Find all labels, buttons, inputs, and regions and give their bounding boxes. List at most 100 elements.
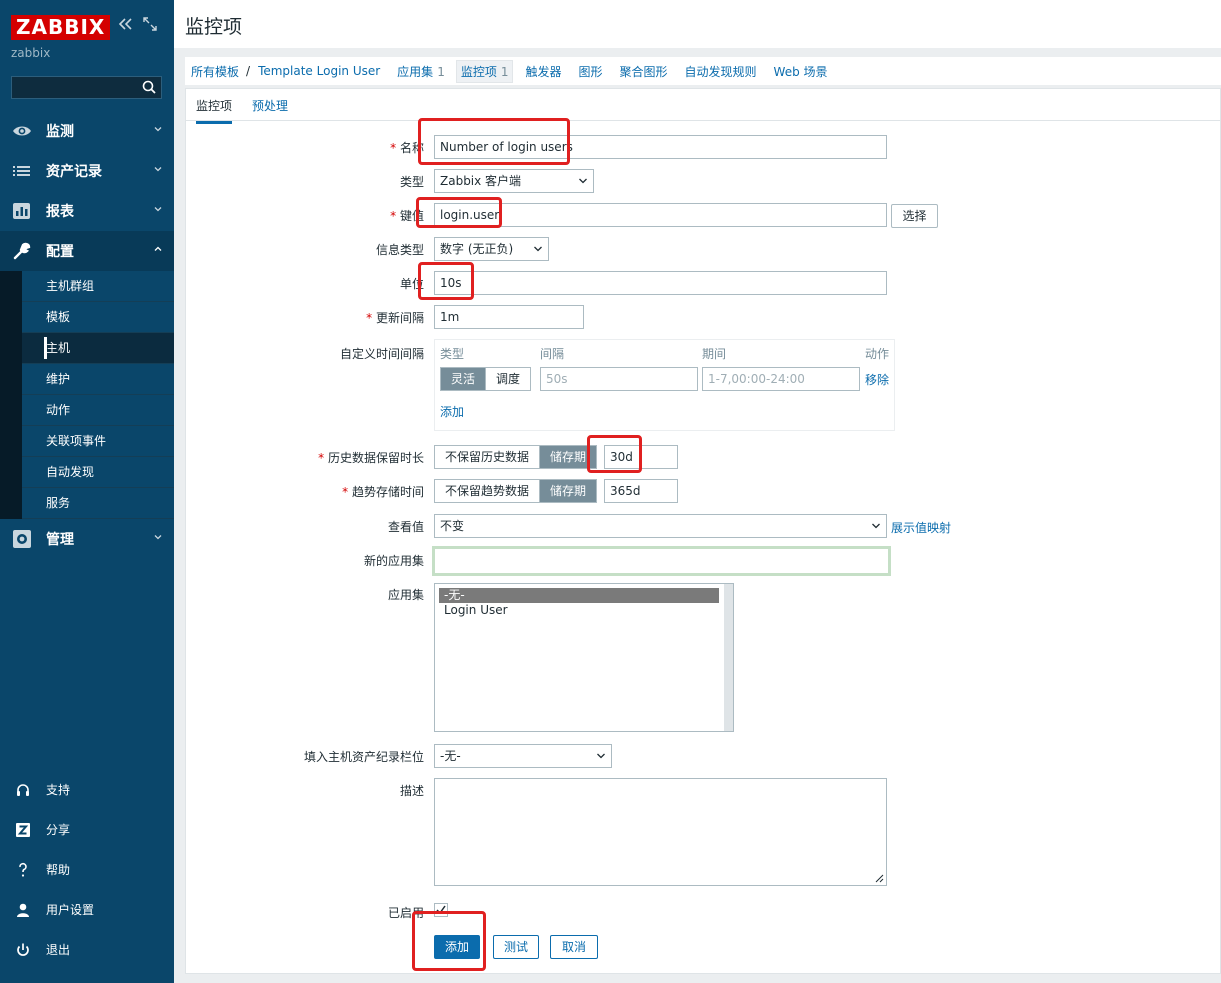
- chevron-down-icon: [872, 523, 880, 529]
- chevron-down-icon: [154, 535, 162, 540]
- history-mode-toggle[interactable]: 不保留历史数据 储存期: [434, 445, 598, 469]
- menu-label: 用户设置: [46, 903, 95, 917]
- ci-interval-field[interactable]: 50s: [540, 367, 698, 391]
- crumb-aggregate-graphs[interactable]: 聚合图形: [620, 63, 668, 80]
- crumb-web-scenarios[interactable]: Web 场景: [774, 63, 828, 80]
- name-label: 名称: [390, 139, 424, 156]
- inventory-label: 填入主机资产纪录栏位: [303, 750, 424, 764]
- units-label: 单位: [399, 277, 424, 291]
- ci-add-link[interactable]: 添加: [440, 403, 464, 420]
- trend-storage-option[interactable]: 储存期: [540, 480, 597, 502]
- item-form-panel: 监控项 预处理 名称 类型 键值 信息类型 单位 更新间隔 自定义时间间隔 历史…: [185, 88, 1221, 974]
- test-button[interactable]: 测试: [493, 935, 539, 959]
- menu-support[interactable]: 支持: [0, 770, 174, 810]
- ci-remove-link[interactable]: 移除: [865, 371, 889, 388]
- kiosk-mode-icon[interactable]: [143, 16, 157, 35]
- server-name: zabbix: [11, 46, 51, 60]
- show-value-select[interactable]: 不变: [434, 514, 887, 538]
- submenu-actions[interactable]: 动作: [22, 395, 174, 426]
- crumb-label: 应用集: [397, 64, 434, 79]
- menu-help[interactable]: 帮助: [0, 850, 174, 890]
- add-button[interactable]: 添加: [434, 935, 480, 959]
- tab-preprocessing[interactable]: 预处理: [252, 97, 288, 121]
- type-select[interactable]: Zabbix 客户端: [434, 169, 594, 193]
- menu-label: 资产记录: [46, 164, 102, 180]
- page-title: 监控项: [185, 16, 243, 38]
- history-label: 历史数据保留时长: [318, 449, 424, 466]
- crumb-all-templates[interactable]: 所有模板: [191, 63, 239, 80]
- applications-listbox[interactable]: -无- Login User: [434, 583, 734, 732]
- listbox-scrollbar[interactable]: [724, 584, 733, 731]
- inventory-select[interactable]: -无-: [434, 744, 612, 768]
- submenu-event-correlation[interactable]: 关联项事件: [22, 426, 174, 457]
- application-option[interactable]: -无-: [439, 588, 719, 603]
- menu-reports[interactable]: 报表: [0, 191, 174, 231]
- trend-no-keep-option[interactable]: 不保留趋势数据: [435, 480, 541, 502]
- zabbix-logo[interactable]: ZABBIX: [11, 14, 111, 40]
- submenu-host-groups[interactable]: 主机群组: [22, 271, 174, 302]
- cancel-button[interactable]: 取消: [550, 935, 598, 959]
- application-option[interactable]: Login User: [439, 603, 719, 618]
- info-type-select[interactable]: 数字 (无正负): [434, 237, 549, 261]
- enabled-checkbox[interactable]: [434, 903, 448, 917]
- crumb-applications[interactable]: 应用集 1: [397, 63, 445, 80]
- power-icon: [17, 943, 29, 956]
- tab-item[interactable]: 监控项: [196, 97, 233, 124]
- menu-label: 分享: [46, 823, 71, 837]
- units-field[interactable]: 10s: [434, 271, 887, 295]
- user-icon: [17, 903, 29, 917]
- submenu-hosts[interactable]: 主机: [22, 333, 174, 364]
- menu-monitoring[interactable]: 监测: [0, 111, 174, 151]
- new-application-label: 新的应用集: [363, 554, 424, 568]
- menu-label: 配置: [46, 244, 74, 260]
- select-value: 不变: [440, 519, 465, 533]
- applications-label: 应用集: [387, 588, 424, 602]
- submenu-services[interactable]: 服务: [22, 488, 174, 519]
- trend-field[interactable]: 365d: [604, 479, 678, 503]
- select-value: 数字 (无正负): [440, 242, 514, 256]
- ci-header-period: 期间: [702, 347, 727, 361]
- menu-share[interactable]: 分享: [0, 810, 174, 850]
- ci-period-field[interactable]: 1-7,00:00-24:00: [702, 367, 860, 391]
- crumb-triggers[interactable]: 触发器: [525, 63, 561, 80]
- history-no-keep-option[interactable]: 不保留历史数据: [435, 446, 541, 468]
- ci-scheduling-option[interactable]: 调度: [486, 368, 531, 390]
- crumb-count: 1: [500, 64, 509, 79]
- ci-type-toggle[interactable]: 灵活 调度: [440, 367, 532, 391]
- bottom-menu: 支持 分享 帮助 用户设置 退出: [0, 770, 174, 970]
- history-field[interactable]: 30d: [604, 445, 678, 469]
- custom-intervals-label: 自定义时间间隔: [339, 347, 424, 361]
- breadcrumb: 所有模板 / Template Login User 应用集 1 监控项 1 触发器…: [185, 57, 1221, 85]
- submenu-maintenance[interactable]: 维护: [22, 364, 174, 395]
- resize-handle-icon[interactable]: [875, 874, 884, 883]
- eye-icon: [13, 126, 31, 136]
- search-icon[interactable]: [142, 80, 156, 94]
- menu-user-settings[interactable]: 用户设置: [0, 890, 174, 930]
- menu-sign-out[interactable]: 退出: [0, 930, 174, 970]
- crumb-discovery-rules[interactable]: 自动发现规则: [685, 63, 757, 80]
- collapse-sidebar-icon[interactable]: [118, 16, 134, 35]
- new-application-field[interactable]: [432, 546, 891, 576]
- menu-inventory[interactable]: 资产记录: [0, 151, 174, 191]
- history-storage-option[interactable]: 储存期: [540, 446, 597, 468]
- value-mapping-link[interactable]: 展示值映射: [891, 519, 951, 536]
- info-type-label: 信息类型: [375, 243, 424, 257]
- config-submenu: 主机群组 模板 主机 维护 动作 关联项事件 自动发现 服务: [0, 271, 174, 519]
- crumb-items[interactable]: 监控项 1: [455, 59, 514, 83]
- show-value-label: 查看值: [387, 520, 424, 534]
- crumb-graphs[interactable]: 图形: [579, 63, 603, 80]
- chevron-down-icon: [597, 753, 605, 759]
- trend-mode-toggle[interactable]: 不保留趋势数据 储存期: [434, 479, 598, 503]
- crumb-template[interactable]: Template Login User: [258, 64, 380, 78]
- menu-configuration[interactable]: 配置: [0, 231, 174, 271]
- menu-administration[interactable]: 管理: [0, 519, 174, 559]
- update-interval-field[interactable]: 1m: [434, 305, 584, 329]
- description-field[interactable]: [434, 778, 887, 886]
- select-key-button[interactable]: 选择: [891, 204, 938, 228]
- submenu-templates[interactable]: 模板: [22, 302, 174, 333]
- key-field[interactable]: login.user: [434, 203, 887, 227]
- ci-flexible-option[interactable]: 灵活: [441, 368, 487, 390]
- name-field[interactable]: Number of login users: [434, 135, 887, 159]
- search-input[interactable]: [11, 76, 162, 99]
- submenu-discovery[interactable]: 自动发现: [22, 457, 174, 488]
